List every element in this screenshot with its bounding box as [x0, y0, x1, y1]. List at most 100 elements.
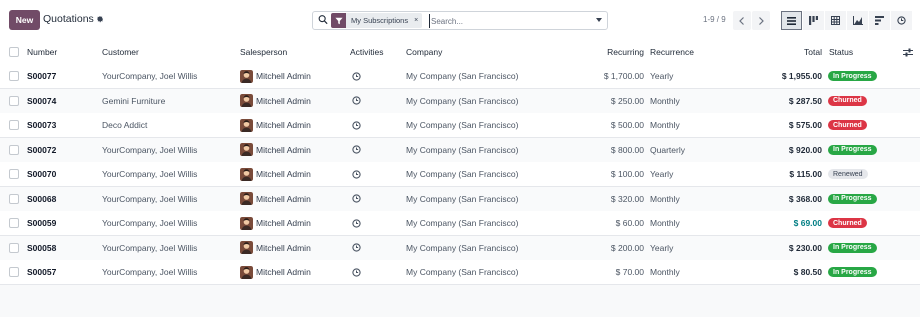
activity-view-button[interactable]	[891, 11, 912, 30]
facet-label: My Subscriptions	[351, 16, 409, 25]
pivot-view-button[interactable]	[869, 11, 890, 30]
row-checkbox[interactable]	[9, 120, 19, 130]
clock-icon	[352, 267, 361, 277]
column-header-activities[interactable]: Activities	[350, 40, 384, 64]
column-header-total[interactable]: Total	[740, 40, 822, 64]
search-icon	[318, 15, 328, 25]
table-row[interactable]: S00057 YourCompany, Joel Willis Mitchell…	[0, 260, 920, 285]
activity-button[interactable]	[352, 162, 361, 186]
row-checkbox[interactable]	[9, 144, 19, 155]
salesperson-cell: Mitchell Admin	[240, 211, 311, 235]
activity-button[interactable]	[352, 64, 361, 88]
activity-button[interactable]	[352, 138, 361, 162]
table-row[interactable]: S00068 YourCompany, Joel Willis Mitchell…	[0, 186, 920, 212]
calendar-view-button[interactable]	[825, 11, 846, 30]
order-number: S00072	[27, 144, 57, 155]
column-header-salesperson[interactable]: Salesperson	[240, 40, 287, 64]
column-header-recurrence[interactable]: Recurrence	[650, 40, 694, 64]
salesperson-name: Mitchell Admin	[256, 95, 311, 106]
activity-button[interactable]	[352, 89, 361, 113]
table-row[interactable]: S00070 YourCompany, Joel Willis Mitchell…	[0, 162, 920, 187]
row-checkbox[interactable]	[9, 193, 19, 204]
column-header-status[interactable]: Status	[829, 40, 853, 64]
optional-columns-toggle[interactable]	[903, 40, 913, 64]
row-checkbox[interactable]	[9, 169, 19, 179]
column-header-recurring[interactable]: Recurring	[560, 40, 644, 64]
recurrence-period: Yearly	[650, 169, 674, 179]
calendar-icon	[831, 16, 840, 25]
avatar	[240, 69, 253, 83]
activity-button[interactable]	[352, 236, 361, 260]
salesperson-cell: Mitchell Admin	[240, 113, 311, 137]
pager-value[interactable]: 1-9 / 9	[703, 15, 726, 24]
search-toggle-icon[interactable]	[596, 18, 602, 22]
graph-icon	[852, 16, 863, 25]
activity-button[interactable]	[352, 211, 361, 235]
table-row[interactable]: S00077 YourCompany, Joel Willis Mitchell…	[0, 64, 920, 89]
activity-button[interactable]	[352, 113, 361, 137]
clock-icon	[352, 96, 361, 105]
select-all-checkbox[interactable]	[9, 47, 19, 57]
search-input[interactable]	[429, 14, 589, 28]
recurrence-period: Monthly	[650, 218, 680, 228]
row-checkbox[interactable]	[9, 95, 19, 106]
customer-name: YourCompany, Joel Willis	[102, 71, 198, 81]
column-header-company[interactable]: Company	[406, 40, 442, 64]
row-checkbox[interactable]	[9, 71, 19, 81]
graph-view-button[interactable]	[847, 11, 868, 30]
order-number: S00074	[27, 95, 57, 106]
status-badge: In Progress	[828, 193, 877, 204]
list-view-button[interactable]	[781, 11, 802, 30]
column-header-customer[interactable]: Customer	[102, 40, 139, 64]
total-amount: $ 920.00	[788, 144, 822, 155]
company-name: My Company (San Francisco)	[406, 218, 519, 228]
status-badge: Churned	[828, 95, 867, 106]
facet-remove-button[interactable]: ×	[414, 17, 418, 24]
table-row[interactable]: S00059 YourCompany, Joel Willis Mitchell…	[0, 211, 920, 236]
avatar	[240, 143, 253, 156]
recurring-amount: $ 250.00	[610, 95, 644, 106]
recurring-amount: $ 70.00	[615, 267, 644, 277]
customer-name: YourCompany, Joel Willis	[102, 144, 198, 155]
new-button[interactable]: New	[9, 10, 40, 30]
recurrence-period: Yearly	[650, 71, 674, 81]
company-name: My Company (San Francisco)	[406, 95, 519, 106]
row-checkbox[interactable]	[9, 267, 19, 277]
pager-next-button[interactable]	[752, 11, 770, 30]
salesperson-cell: Mitchell Admin	[240, 187, 311, 211]
clock-icon	[352, 243, 361, 252]
table-row[interactable]: S00058 YourCompany, Joel Willis Mitchell…	[0, 235, 920, 261]
order-number: S00057	[27, 267, 57, 277]
status-cell: Renewed	[828, 162, 868, 186]
total-amount: $ 287.50	[788, 95, 822, 106]
activity-button[interactable]	[352, 187, 361, 211]
status-cell: Churned	[828, 89, 867, 113]
total-amount: $ 1,955.00	[781, 71, 822, 81]
total-amount: $ 230.00	[788, 242, 822, 253]
column-header-number[interactable]: Number	[27, 40, 57, 64]
table-row[interactable]: S00072 YourCompany, Joel Willis Mitchell…	[0, 137, 920, 163]
table-row[interactable]: S00074 Gemini Furniture Mitchell Admin M…	[0, 88, 920, 114]
kanban-view-button[interactable]	[803, 11, 824, 30]
company-name: My Company (San Francisco)	[406, 193, 519, 204]
order-number: S00068	[27, 193, 57, 204]
row-checkbox[interactable]	[9, 218, 19, 228]
status-cell: In Progress	[828, 260, 877, 284]
clock-icon	[352, 120, 361, 130]
row-checkbox[interactable]	[9, 242, 19, 253]
customer-name: YourCompany, Joel Willis	[102, 169, 198, 179]
recurrence-period: Monthly	[650, 95, 680, 106]
customer-name: Gemini Furniture	[102, 95, 166, 106]
activity-button[interactable]	[352, 260, 361, 284]
company-name: My Company (San Francisco)	[406, 242, 519, 253]
order-number: S00058	[27, 242, 57, 253]
gear-icon[interactable]	[96, 15, 104, 23]
clock-icon	[352, 145, 361, 154]
recurrence-period: Monthly	[650, 267, 680, 277]
avatar	[240, 192, 253, 205]
avatar	[240, 118, 253, 132]
table-row[interactable]: S00073 Deco Addict Mitchell Admin My Com…	[0, 113, 920, 138]
company-name: My Company (San Francisco)	[406, 267, 519, 277]
pager-previous-button[interactable]	[733, 11, 751, 30]
salesperson-cell: Mitchell Admin	[240, 236, 311, 260]
